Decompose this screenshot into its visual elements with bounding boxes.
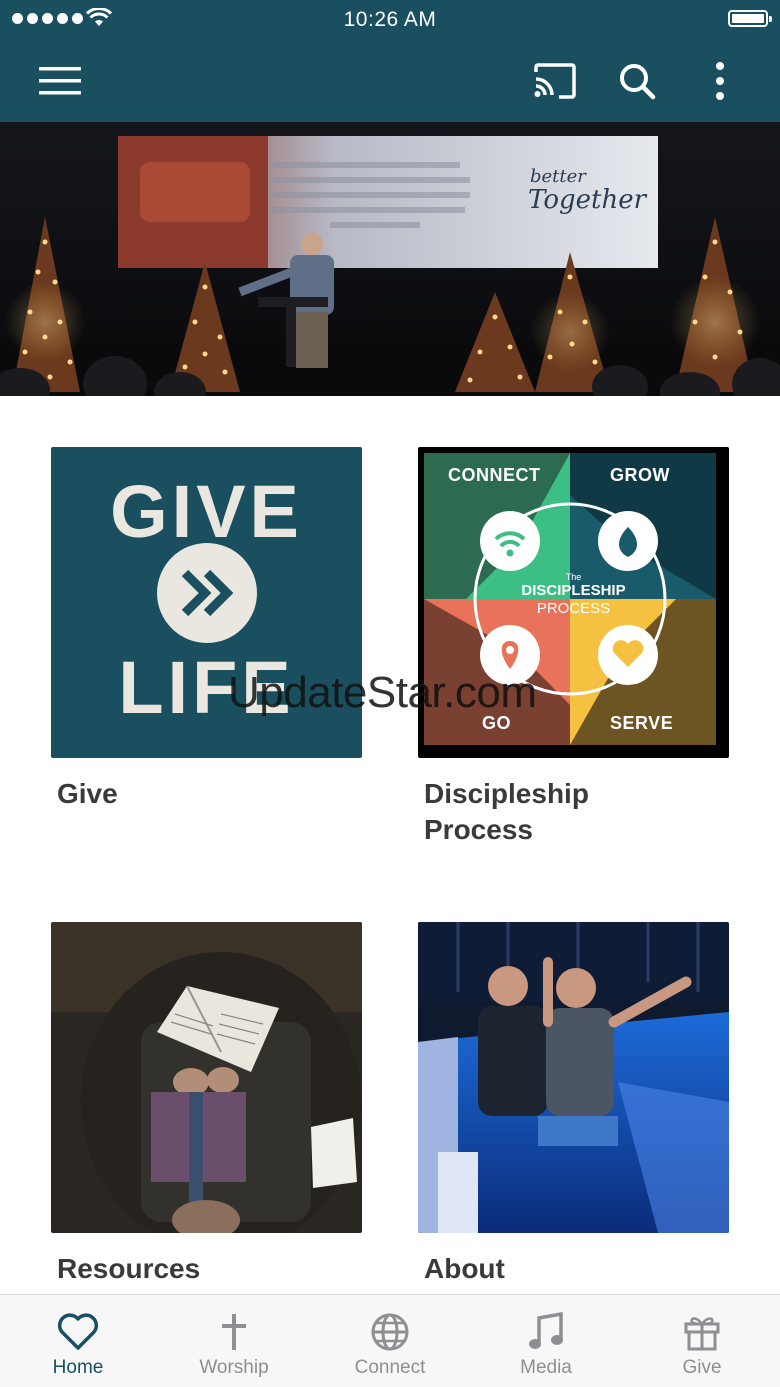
tab-media-label: Media [520,1357,572,1378]
graphic-center-line-2: PROCESS [536,600,611,617]
hero-image: better Together [0,122,780,396]
tab-worship-label: Worship [199,1357,269,1378]
hamburger-icon [39,67,81,95]
graphic-label-serve: SERVE [610,713,674,733]
more-vertical-icon [716,62,724,100]
give-life-image: GIVE LIFE [51,447,362,758]
graphic-label-grow: GROW [610,465,670,485]
tab-worship[interactable]: Worship [156,1295,312,1387]
resources-tile[interactable]: Resources [51,922,362,1287]
give-tile[interactable]: GIVE LIFE Give [51,447,362,812]
discipleship-process-tile[interactable]: CONNECT GROW GO SERVE The DISCIPLESHIP P… [418,447,729,848]
app-bar [0,40,780,122]
resources-photo [51,922,362,1233]
heart-icon [57,1313,99,1350]
search-icon [620,64,656,100]
status-time: 10:26 AM [343,8,437,31]
cast-icon [534,63,576,99]
tile-label-about: About [424,1253,505,1284]
globe-icon [371,1313,409,1351]
tab-give[interactable]: Give [624,1295,780,1387]
gift-icon [684,1317,720,1351]
more-options-button[interactable] [700,40,740,122]
tab-home-label: Home [52,1357,104,1378]
cast-button[interactable] [526,40,584,122]
give-graphic-top-text: GIVE [110,470,303,553]
fast-forward-icon [157,543,257,643]
svg-text:better: better [530,166,587,187]
tab-connect[interactable]: Connect [312,1295,468,1387]
cross-icon [222,1314,246,1350]
discipleship-graphic: CONNECT GROW GO SERVE The DISCIPLESHIP P… [418,447,729,758]
menu-button[interactable] [30,40,90,122]
status-bar: 10:26 AM [0,0,780,40]
graphic-label-go: GO [482,713,512,733]
tile-label-resources: Resources [57,1253,201,1284]
graphic-center-small: The [565,572,582,582]
tile-label-give: Give [57,778,118,809]
give-graphic-bottom-text: LIFE [118,646,295,729]
tab-media[interactable]: Media [468,1295,624,1387]
tab-home[interactable]: Home [0,1295,156,1387]
tab-give-label: Give [682,1357,722,1378]
battery-icon [728,10,772,27]
about-tile[interactable]: About [418,922,729,1287]
tab-connect-label: Connect [354,1357,426,1378]
graphic-center-line-1: DISCIPLESHIP [521,582,626,599]
stage-photo: better Together [0,122,780,396]
music-note-icon [529,1312,563,1349]
svg-text:Together: Together [528,185,648,215]
about-photo [418,922,729,1233]
tile-label-discipleship: Discipleship Process [424,778,589,845]
tab-bar: Home Worship Connect Media Give [0,1294,780,1387]
graphic-label-connect: CONNECT [448,465,541,485]
search-button[interactable] [608,40,666,122]
